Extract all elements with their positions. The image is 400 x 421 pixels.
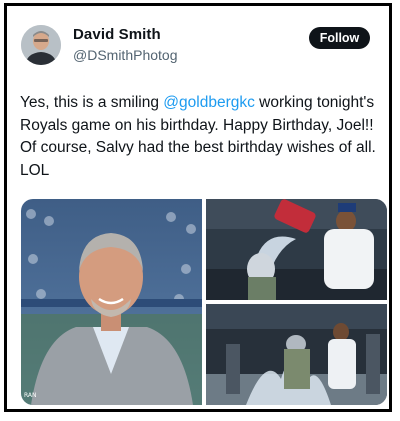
tweet-card: David Smith @DSmithPhotog Follow Yes, th… — [4, 3, 392, 412]
mention-link[interactable]: @goldbergkc — [163, 94, 255, 111]
follow-button[interactable]: Follow — [309, 27, 370, 49]
photo-portrait[interactable]: RAN — [21, 199, 202, 405]
author-display-name[interactable]: David Smith — [73, 26, 161, 43]
photo-caption: RAN — [24, 392, 37, 399]
photo-dugout-celebration[interactable] — [206, 304, 387, 405]
tweet-text: Yes, this is a smiling @goldbergkc worki… — [20, 92, 380, 182]
media-grid: RAN — [21, 199, 387, 405]
photo-water-dump[interactable] — [206, 199, 387, 300]
author-avatar[interactable] — [21, 25, 61, 65]
author-handle[interactable]: @DSmithPhotog — [73, 47, 177, 63]
tweet-text-intro: Yes, this is a smiling — [20, 94, 164, 111]
